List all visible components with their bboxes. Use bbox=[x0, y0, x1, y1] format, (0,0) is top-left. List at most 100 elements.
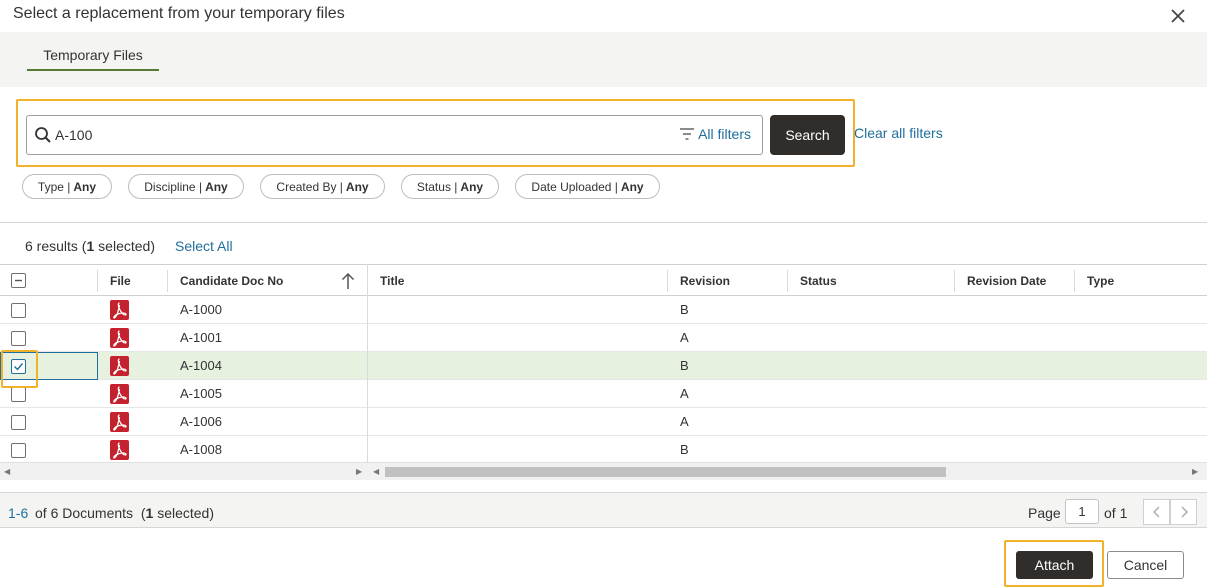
revision-cell: B bbox=[680, 442, 689, 457]
scrollbar-thumb[interactable] bbox=[385, 467, 946, 477]
filter-chip-type[interactable]: Type | Any bbox=[22, 174, 112, 199]
revision-cell: B bbox=[680, 358, 689, 373]
dialog-title: Select a replacement from your temporary… bbox=[13, 5, 345, 22]
results-count-suffix: results ( bbox=[32, 238, 87, 254]
pdf-file-icon bbox=[110, 384, 129, 404]
scroll-right-icon[interactable]: ▶ bbox=[1192, 467, 1198, 476]
doc-no-cell: A-1004 bbox=[180, 358, 222, 373]
table-row[interactable]: A-1000 B bbox=[0, 296, 1207, 324]
frozen-column-divider bbox=[367, 264, 368, 480]
column-separator bbox=[97, 270, 98, 292]
table-header: File Candidate Doc No Title Revision Sta… bbox=[0, 264, 1207, 296]
close-icon[interactable] bbox=[1169, 4, 1187, 26]
chevron-left-icon bbox=[1152, 506, 1159, 518]
sort-ascending-icon[interactable] bbox=[341, 272, 355, 290]
documents-count-text: of 6 Documents bbox=[35, 505, 134, 521]
previous-page-button[interactable] bbox=[1143, 499, 1170, 525]
row-checkbox[interactable] bbox=[11, 303, 26, 318]
row-checkbox[interactable] bbox=[11, 415, 26, 430]
revision-cell: B bbox=[680, 302, 689, 317]
column-separator bbox=[667, 270, 668, 292]
pdf-file-icon bbox=[110, 328, 129, 348]
checkbox-highlight bbox=[1, 350, 38, 388]
row-checkbox[interactable] bbox=[11, 443, 26, 458]
column-header-type[interactable]: Type bbox=[1087, 274, 1114, 288]
filter-chip-value: Any bbox=[205, 179, 228, 194]
column-separator bbox=[167, 270, 168, 292]
attach-button[interactable]: Attach bbox=[1016, 551, 1093, 579]
search-input[interactable] bbox=[55, 124, 655, 146]
doc-no-cell: A-1000 bbox=[180, 302, 222, 317]
next-page-button[interactable] bbox=[1170, 499, 1197, 525]
page-total: of 1 bbox=[1104, 505, 1128, 521]
revision-cell: A bbox=[680, 330, 689, 345]
page-number-input[interactable] bbox=[1065, 499, 1099, 524]
cancel-button[interactable]: Cancel bbox=[1107, 551, 1184, 579]
all-filters-button[interactable]: All filters bbox=[679, 126, 751, 142]
doc-no-cell: A-1001 bbox=[180, 330, 222, 345]
doc-no-cell: A-1005 bbox=[180, 386, 222, 401]
filter-chip-value: Any bbox=[73, 179, 97, 194]
column-header-revision[interactable]: Revision bbox=[680, 274, 730, 288]
column-header-file[interactable]: File bbox=[110, 274, 131, 288]
results-selected-suffix: selected) bbox=[94, 238, 155, 254]
filter-icon bbox=[680, 128, 695, 140]
pdf-file-icon bbox=[110, 412, 129, 432]
column-separator bbox=[787, 270, 788, 292]
column-header-revision-date[interactable]: Revision Date bbox=[967, 274, 1046, 288]
column-separator bbox=[954, 270, 955, 292]
clear-all-filters-link[interactable]: Clear all filters bbox=[854, 125, 943, 141]
revision-cell: A bbox=[680, 414, 689, 429]
divider bbox=[0, 222, 1207, 223]
row-checkbox[interactable] bbox=[11, 387, 26, 402]
pdf-file-icon bbox=[110, 300, 129, 320]
scroll-left-icon[interactable]: ◀ bbox=[373, 467, 379, 476]
results-count: 6 bbox=[25, 238, 33, 254]
filter-chip-value: Any bbox=[460, 179, 484, 194]
filter-chip-created-by[interactable]: Created By | Any bbox=[260, 174, 385, 199]
column-header-status[interactable]: Status bbox=[800, 274, 837, 288]
page-label: Page bbox=[1028, 505, 1061, 521]
all-filters-label: All filters bbox=[698, 126, 751, 142]
select-all-checkbox[interactable] bbox=[11, 273, 26, 288]
tab-temporary-files[interactable]: Temporary Files bbox=[27, 46, 159, 71]
column-header-title[interactable]: Title bbox=[380, 274, 404, 288]
filter-chip-value: Any bbox=[345, 179, 369, 194]
selected-close: selected) bbox=[153, 505, 215, 521]
row-checkbox[interactable] bbox=[11, 331, 26, 346]
minus-icon bbox=[15, 279, 22, 282]
pdf-file-icon bbox=[110, 356, 129, 376]
filter-chip-name: Created By bbox=[276, 179, 337, 194]
pagination-range: 1-6 bbox=[8, 505, 29, 521]
filter-chip-value: Any bbox=[620, 179, 644, 194]
select-all-link[interactable]: Select All bbox=[175, 238, 233, 254]
scroll-right-icon[interactable]: ▶ bbox=[356, 467, 362, 476]
filter-chip-date-uploaded[interactable]: Date Uploaded | Any bbox=[515, 174, 660, 199]
pagination-bar: 1-6 of 6 Documents (1 selected) Page of … bbox=[0, 492, 1207, 528]
results-summary: 6 results (1 selected) bbox=[25, 238, 155, 254]
table-row-selected[interactable]: A-1004 B bbox=[0, 352, 1207, 380]
filter-chip-status[interactable]: Status | Any bbox=[401, 174, 499, 199]
filter-chip-name: Date Uploaded bbox=[531, 179, 612, 194]
scroll-left-icon[interactable]: ◀ bbox=[4, 467, 10, 476]
search-box: All filters bbox=[26, 115, 763, 155]
table-row[interactable]: A-1005 A bbox=[0, 380, 1207, 408]
table-row[interactable]: A-1006 A bbox=[0, 408, 1207, 436]
tab-bar: Temporary Files bbox=[0, 32, 1207, 87]
filter-chip-name: Type bbox=[37, 179, 64, 194]
column-header-candidate-doc-no[interactable]: Candidate Doc No bbox=[180, 274, 283, 288]
pagination-summary: of 6 Documents (1 selected) bbox=[35, 505, 214, 521]
column-separator bbox=[1074, 270, 1075, 292]
filter-chip-discipline[interactable]: Discipline | Any bbox=[128, 174, 244, 199]
search-icon bbox=[35, 127, 51, 143]
chevron-right-icon bbox=[1181, 506, 1188, 518]
revision-cell: A bbox=[680, 386, 689, 401]
dialog-header: Select a replacement from your temporary… bbox=[0, 0, 1207, 32]
table-row[interactable]: A-1001 A bbox=[0, 324, 1207, 352]
search-button[interactable]: Search bbox=[770, 115, 845, 155]
filter-chip-name: Discipline bbox=[144, 179, 196, 194]
doc-no-cell: A-1008 bbox=[180, 442, 222, 457]
table-row[interactable]: A-1008 B bbox=[0, 436, 1207, 464]
doc-no-cell: A-1006 bbox=[180, 414, 222, 429]
horizontal-scrollbar[interactable]: ◀ ▶ ◀ ▶ bbox=[0, 462, 1207, 480]
